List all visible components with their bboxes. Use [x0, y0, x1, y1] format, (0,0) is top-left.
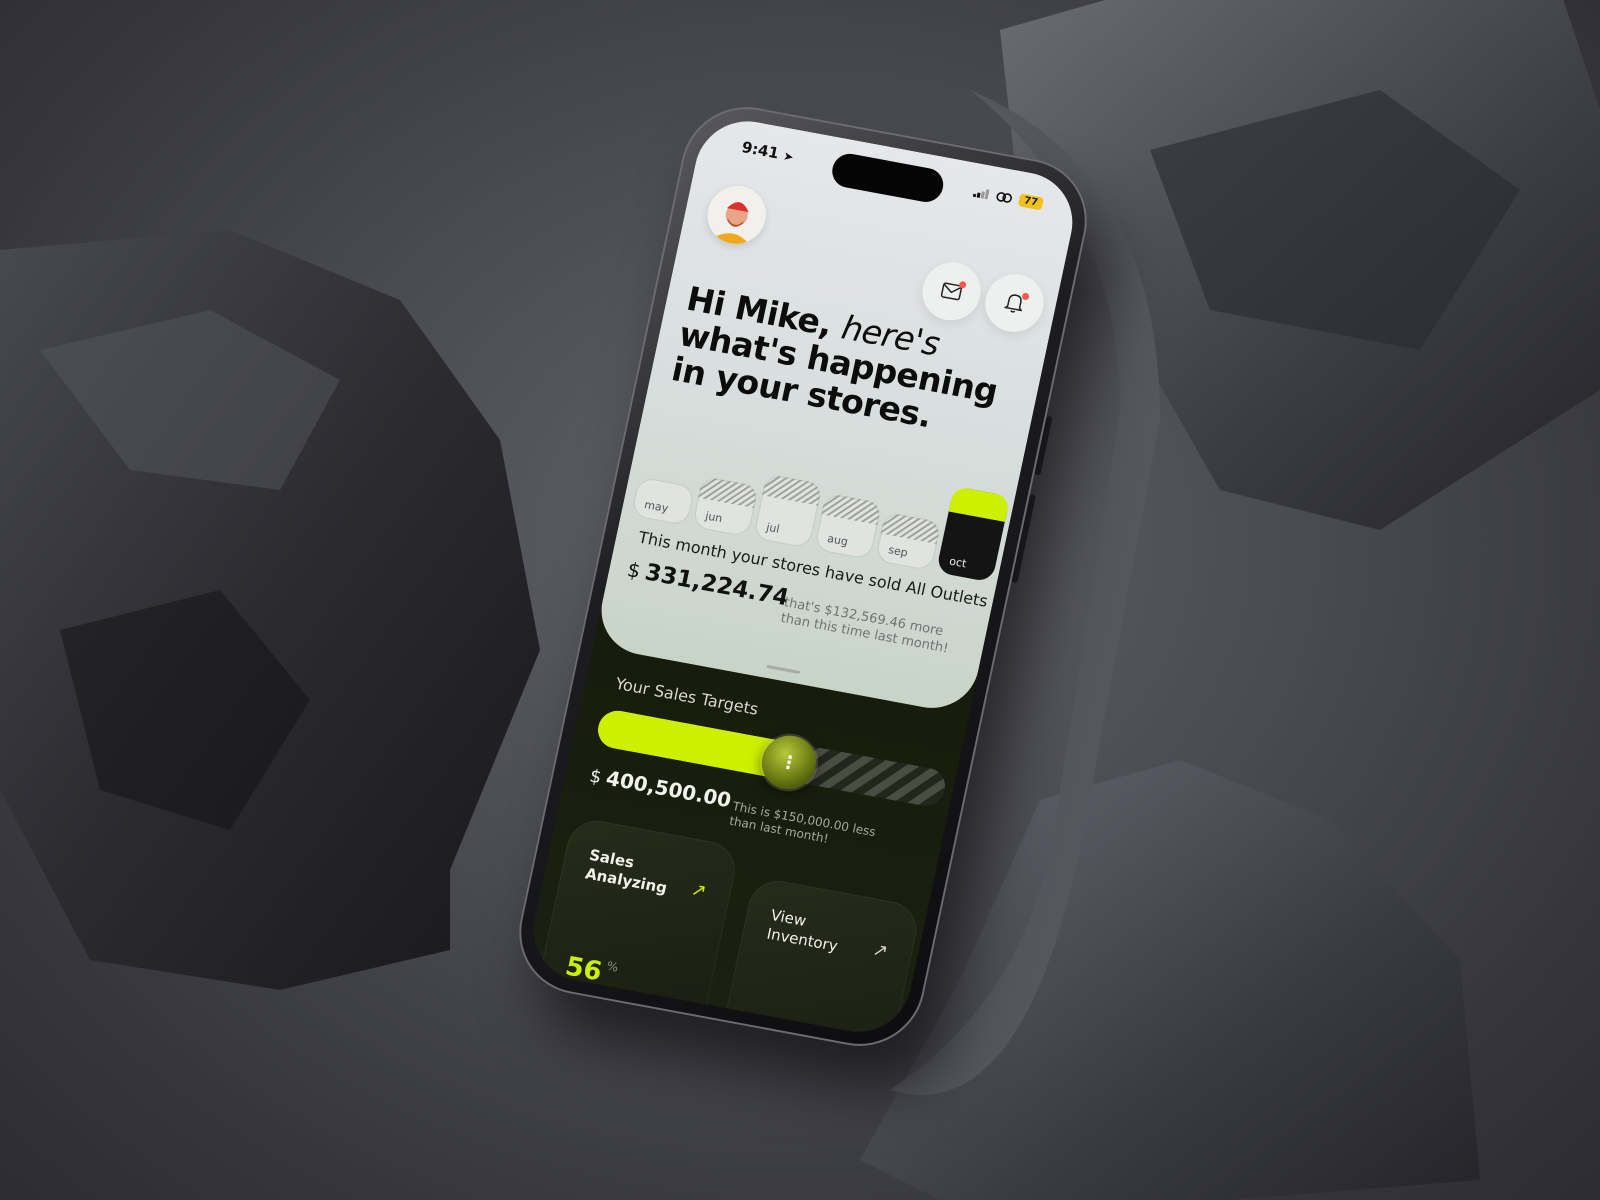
status-time: 9:41 ➤ — [740, 138, 795, 165]
month-tab-oct[interactable]: oct — [935, 486, 1011, 583]
month-tab-may[interactable]: may — [630, 476, 696, 527]
panel-drag-handle[interactable] — [766, 664, 801, 674]
link-icon — [996, 191, 1013, 203]
month-label: may — [643, 498, 670, 516]
month-bar-hatch — [762, 473, 823, 506]
month-bar-hatch — [880, 511, 942, 544]
dynamic-island — [829, 151, 947, 205]
location-arrow-icon: ➤ — [782, 148, 795, 165]
month-tab-sep[interactable]: sep — [874, 511, 942, 572]
month-selector: may jun jul aug sep oct — [630, 428, 1012, 583]
amount-value: 400,500.00 — [603, 765, 734, 813]
month-label: jun — [704, 509, 724, 526]
avatar-image — [702, 181, 772, 249]
status-icons: 77 — [972, 185, 1045, 211]
month-tab-aug[interactable]: aug — [813, 492, 882, 560]
monthly-sales-note: that's $132,569.46 more than this time l… — [779, 595, 950, 657]
signal-icon — [972, 188, 990, 199]
month-label: aug — [826, 531, 850, 549]
metric-unit: pc — [824, 1025, 842, 1041]
card-title: Sales Analyzing — [583, 845, 669, 898]
notification-dot — [1021, 292, 1030, 301]
month-label: sep — [887, 543, 909, 560]
battery-indicator: 77 — [1017, 193, 1045, 211]
month-label: oct — [948, 554, 968, 571]
sales-targets-title: Your Sales Targets — [613, 673, 761, 719]
rock-left — [0, 230, 540, 990]
currency-symbol: $ — [587, 765, 604, 789]
status-time-text: 9:41 — [740, 138, 781, 163]
month-label: jul — [765, 520, 781, 536]
arrow-up-right-icon: ↗ — [870, 939, 890, 963]
arrow-up-right-icon: ↗ — [689, 879, 709, 903]
messages-button[interactable] — [916, 257, 987, 326]
month-bar-fill — [948, 486, 1011, 522]
view-inventory-card[interactable]: View Inventory ↗ 1,214pc — [715, 876, 922, 1041]
sales-analyzing-card[interactable]: Sales Analyzing ↗ 56% — [533, 816, 741, 1033]
avatar[interactable] — [702, 181, 772, 249]
notification-dot — [958, 280, 967, 289]
notifications-button[interactable] — [979, 269, 1050, 337]
sales-target-amount: $ 400,500.00 — [588, 763, 734, 813]
card-title: View Inventory — [765, 905, 840, 956]
greeting-rest: what's happening in your stores. — [668, 313, 1002, 436]
metric-value: 56 — [562, 951, 605, 988]
month-bar-hatch — [698, 476, 759, 508]
card-metric: 56% — [563, 951, 620, 990]
month-bar-hatch — [821, 492, 882, 525]
metric-unit: % — [605, 958, 620, 975]
sales-target-note: This is $150,000.00 less than last month… — [728, 799, 877, 846]
month-tab-jun[interactable]: jun — [691, 476, 759, 538]
currency-symbol: $ — [625, 557, 643, 583]
month-tab-jul[interactable]: jul — [752, 473, 823, 549]
